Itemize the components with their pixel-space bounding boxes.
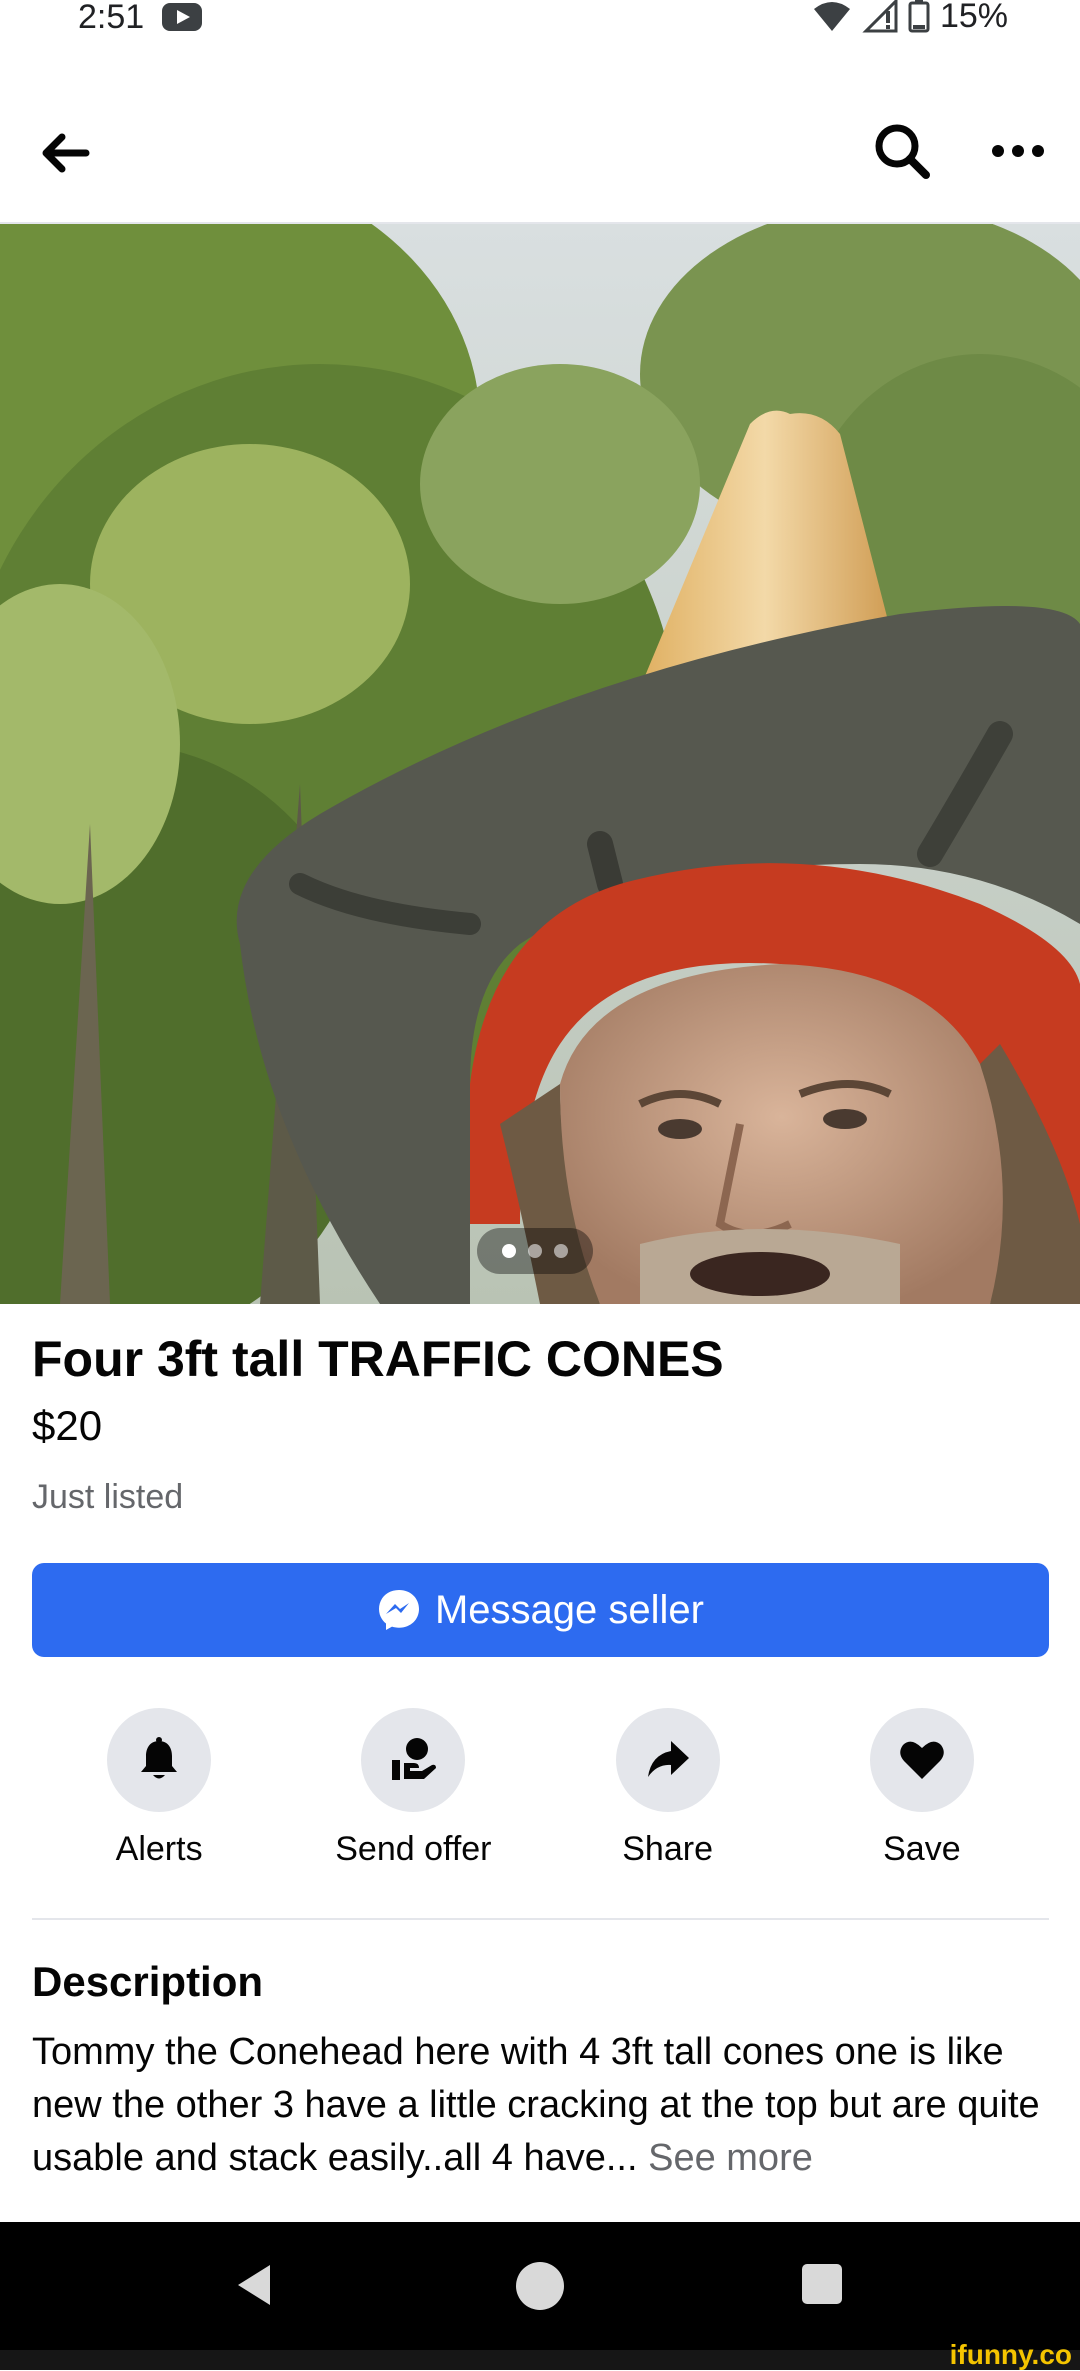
save-button[interactable]: Save [822,1708,1022,1888]
page-dot-2 [528,1244,542,1258]
send-offer-label: Send offer [335,1830,492,1868]
send-offer-icon [392,1738,437,1780]
back-arrow-icon[interactable] [36,125,92,181]
message-seller-label: Message seller [434,1587,704,1632]
nav-back-icon[interactable] [234,2262,274,2308]
action-row: Alerts Send offer Share Save [32,1708,1049,1888]
description-heading: Description [32,1958,264,2005]
alerts-label: Alerts [115,1830,203,1868]
share-button[interactable]: Share [568,1708,768,1888]
see-more-link[interactable]: See more [648,2137,813,2179]
top-app-bar [0,95,1080,223]
share-circle [615,1708,720,1812]
heart-icon [900,1741,944,1779]
nav-recents-icon[interactable] [802,2264,842,2304]
status-right: 15% [812,0,1008,36]
save-label: Save [883,1830,961,1868]
listing-title: Four 3ft tall TRAFFIC CONES [32,1331,724,1387]
wifi-icon [813,2,850,31]
send-offer-button[interactable]: Send offer [313,1708,513,1888]
description-text: Tommy the Conehead here with 4 3ft tall … [32,2031,1040,2179]
messenger-icon [378,1590,419,1630]
page-dot-3 [554,1244,568,1258]
listing-price: $20 [32,1402,103,1449]
nav-home-icon[interactable] [516,2262,564,2310]
bottom-strip [0,2350,1080,2370]
youtube-icon [162,3,202,31]
signal-icon [862,0,898,33]
status-time: 2:51 [78,0,145,36]
system-nav-bar [0,2222,1080,2350]
send-offer-circle [361,1708,466,1812]
search-icon[interactable] [870,119,934,183]
photo-page-indicator [477,1228,593,1274]
status-bar: 2:51 15% [0,0,1080,40]
listing-photo[interactable] [0,224,1080,1304]
page-dot-1 [502,1244,516,1258]
listing-time: Just listed [32,1478,184,1516]
alerts-button[interactable]: Alerts [59,1708,259,1888]
battery-icon [908,0,930,33]
alerts-circle [107,1708,212,1812]
bell-icon [141,1737,178,1779]
message-seller-button[interactable]: Message seller [32,1563,1049,1657]
section-divider [32,1918,1049,1920]
watermark: ifunny.co [949,2339,1072,2370]
description-body: Tommy the Conehead here with 4 3ft tall … [32,2026,1048,2185]
save-circle [869,1708,974,1812]
share-label: Share [622,1830,713,1868]
battery-percent: 15% [939,0,1008,35]
share-icon [647,1741,689,1777]
more-icon[interactable] [986,123,1050,179]
